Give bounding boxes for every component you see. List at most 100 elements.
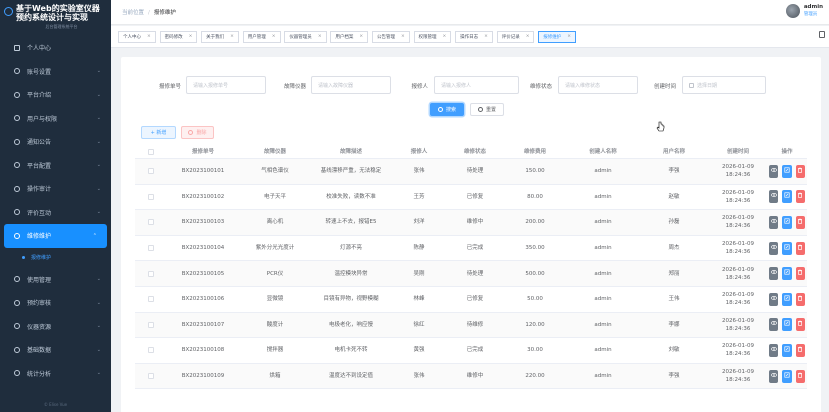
sidebar-item[interactable]: 统计分析 ⌄ bbox=[0, 362, 111, 386]
breadcrumb-root[interactable]: 当前位置 bbox=[122, 10, 144, 16]
sidebar-item[interactable]: 评价互动 ⌄ bbox=[0, 201, 111, 225]
row-checkbox[interactable] bbox=[148, 270, 154, 277]
table-row[interactable]: BX2023100103 离心机 转速上不去，报错E5 刘洋 维修中 200.00 admi… bbox=[135, 210, 807, 236]
reset-button[interactable]: 重置 bbox=[470, 103, 504, 116]
row-checkbox[interactable] bbox=[148, 321, 154, 328]
sidebar-item[interactable]: 操作审计 ⌄ bbox=[0, 177, 111, 201]
tab[interactable]: 评价记录 × bbox=[496, 30, 535, 43]
tab[interactable]: 权限管理 × bbox=[413, 30, 452, 43]
edit-button[interactable] bbox=[782, 267, 792, 281]
close-icon[interactable]: × bbox=[147, 34, 151, 39]
edit-button[interactable] bbox=[782, 318, 792, 332]
close-icon[interactable]: × bbox=[272, 34, 276, 39]
tab[interactable]: 操作日志 × bbox=[455, 30, 493, 43]
table-row[interactable]: BX2023100101 气相色谱仪 基线漂移严重，无法稳定 张伟 待处理 150.00 a… bbox=[135, 159, 807, 185]
edit-button[interactable] bbox=[782, 343, 792, 357]
delete-row-button[interactable] bbox=[795, 292, 805, 306]
row-checkbox[interactable] bbox=[148, 373, 154, 380]
table-row[interactable]: BX2023100106 显微镜 目镜有异物，视野模糊 林峰 已修复 50.00 admin… bbox=[135, 287, 807, 313]
select-all-checkbox[interactable] bbox=[148, 149, 154, 155]
sidebar-item[interactable]: 账号设置 ⌄ bbox=[0, 60, 111, 84]
delete-row-button[interactable] bbox=[795, 318, 805, 332]
view-button[interactable] bbox=[769, 215, 779, 229]
close-icon[interactable]: × bbox=[567, 34, 571, 39]
table-row[interactable]: BX2023100102 电子天平 校准失败，读数不准 王芳 已修复 80.00 admin… bbox=[135, 185, 807, 211]
table-cell: 刘敏 bbox=[668, 347, 680, 354]
tab[interactable]: 用户档案 × bbox=[330, 30, 369, 43]
close-icon[interactable]: × bbox=[189, 34, 193, 39]
trash-icon bbox=[188, 130, 194, 135]
delete-row-button[interactable] bbox=[795, 164, 805, 178]
tags-menu-icon[interactable] bbox=[819, 31, 825, 38]
sidebar-item[interactable]: 维修维护 ⌃ bbox=[4, 224, 107, 248]
view-button[interactable] bbox=[769, 292, 779, 306]
tab[interactable]: 关于我们 × bbox=[201, 30, 239, 43]
close-icon[interactable]: × bbox=[359, 34, 363, 39]
edit-button[interactable] bbox=[782, 164, 792, 178]
sidebar-item[interactable]: 通知公告 ⌄ bbox=[0, 130, 111, 154]
search-input[interactable]: 请输入维修状态 bbox=[558, 76, 638, 94]
sidebar-item[interactable]: 平台介绍 ⌄ bbox=[0, 83, 111, 107]
sidebar-item[interactable]: 个人中心 bbox=[0, 36, 111, 60]
table-row[interactable]: BX2023100109 烘箱 温度达不到设定值 张伟 维修中 220.00 admin 李强… bbox=[135, 363, 807, 390]
view-button[interactable] bbox=[769, 241, 779, 255]
view-button[interactable] bbox=[769, 369, 779, 383]
table-row[interactable]: BX2023100107 酸度计 电极老化，响应慢 徐红 待维修 120.00 admin 李… bbox=[135, 312, 807, 339]
row-checkbox[interactable] bbox=[148, 219, 154, 226]
sidebar-item[interactable]: 基础数据 ⌄ bbox=[0, 338, 111, 362]
tab[interactable]: 个人中心 × bbox=[118, 30, 156, 43]
row-checkbox[interactable] bbox=[148, 296, 154, 303]
edit-button[interactable] bbox=[782, 369, 792, 383]
sidebar-item[interactable]: 用户与权限 ⌄ bbox=[0, 107, 111, 131]
search-input[interactable]: 请输入报修人 bbox=[434, 76, 519, 94]
table-row[interactable]: BX2023100108 搅拌器 电机卡死不转 黄强 已完成 30.00 admin 刘敏 20… bbox=[135, 338, 807, 364]
tab[interactable]: 仪器管理员 × bbox=[284, 30, 327, 43]
edit-button[interactable] bbox=[782, 292, 792, 306]
close-icon[interactable]: × bbox=[484, 34, 488, 39]
edit-button[interactable] bbox=[782, 190, 792, 204]
delete-row-button[interactable] bbox=[795, 343, 805, 357]
avatar[interactable] bbox=[785, 4, 800, 18]
search-input[interactable]: 请输入故障仪器 bbox=[311, 76, 391, 94]
sidebar-item[interactable]: 预约审核 ⌄ bbox=[0, 291, 111, 315]
edit-button[interactable] bbox=[782, 241, 792, 255]
view-button[interactable] bbox=[769, 267, 779, 281]
close-icon[interactable]: × bbox=[318, 34, 322, 39]
user-menu[interactable]: admin 管理员 bbox=[785, 4, 823, 18]
view-button[interactable] bbox=[769, 343, 779, 357]
delete-row-button[interactable] bbox=[795, 190, 805, 204]
view-button[interactable] bbox=[769, 318, 779, 332]
view-button[interactable] bbox=[769, 164, 779, 178]
tab[interactable]: 密码修改 × bbox=[159, 30, 198, 43]
row-checkbox[interactable] bbox=[148, 245, 154, 252]
add-button[interactable]: + 新增 bbox=[141, 126, 176, 139]
search-button[interactable]: 搜索 bbox=[430, 103, 464, 116]
tab[interactable]: 报修维护 × bbox=[538, 30, 577, 43]
row-checkbox[interactable] bbox=[148, 193, 154, 200]
close-icon[interactable]: × bbox=[443, 34, 447, 39]
tab[interactable]: 公告管理 × bbox=[371, 30, 410, 43]
table-row[interactable]: BX2023100104 紫外分光光度计 灯源不亮 陈静 已完成 350.00 admin 周… bbox=[135, 236, 807, 262]
sidebar-item[interactable]: 仪器资源 ⌄ bbox=[0, 315, 111, 339]
sidebar-item[interactable]: 使用管理 ⌄ bbox=[0, 268, 111, 292]
date-picker[interactable]: 选择日期 bbox=[682, 76, 766, 94]
delete-row-button[interactable] bbox=[795, 267, 805, 281]
search-input[interactable]: 请输入报修单号 bbox=[186, 76, 266, 94]
tab-label: 仪器管理员 bbox=[289, 34, 312, 40]
close-icon[interactable]: × bbox=[401, 34, 405, 39]
edit-button[interactable] bbox=[782, 215, 792, 229]
submenu-item-repair[interactable]: 报修维护 bbox=[0, 248, 111, 268]
delete-row-button[interactable] bbox=[795, 369, 805, 383]
view-button[interactable] bbox=[769, 190, 779, 204]
table-row[interactable]: BX2023100105 PCR仪 温控模块异常 吴刚 待处理 500.00 admin 郑丽… bbox=[135, 261, 807, 287]
delete-row-button[interactable] bbox=[795, 215, 805, 229]
row-checkbox[interactable] bbox=[148, 347, 154, 354]
delete-button[interactable]: 删除 bbox=[181, 126, 214, 139]
app-subtitle: 后台管理系统平台 bbox=[45, 24, 78, 29]
close-icon[interactable]: × bbox=[230, 34, 234, 39]
tab[interactable]: 用户管理 × bbox=[242, 30, 281, 43]
close-icon[interactable]: × bbox=[526, 34, 530, 39]
row-checkbox[interactable] bbox=[148, 168, 154, 175]
delete-row-button[interactable] bbox=[795, 241, 805, 255]
sidebar-item[interactable]: 平台配置 ⌄ bbox=[0, 154, 111, 178]
